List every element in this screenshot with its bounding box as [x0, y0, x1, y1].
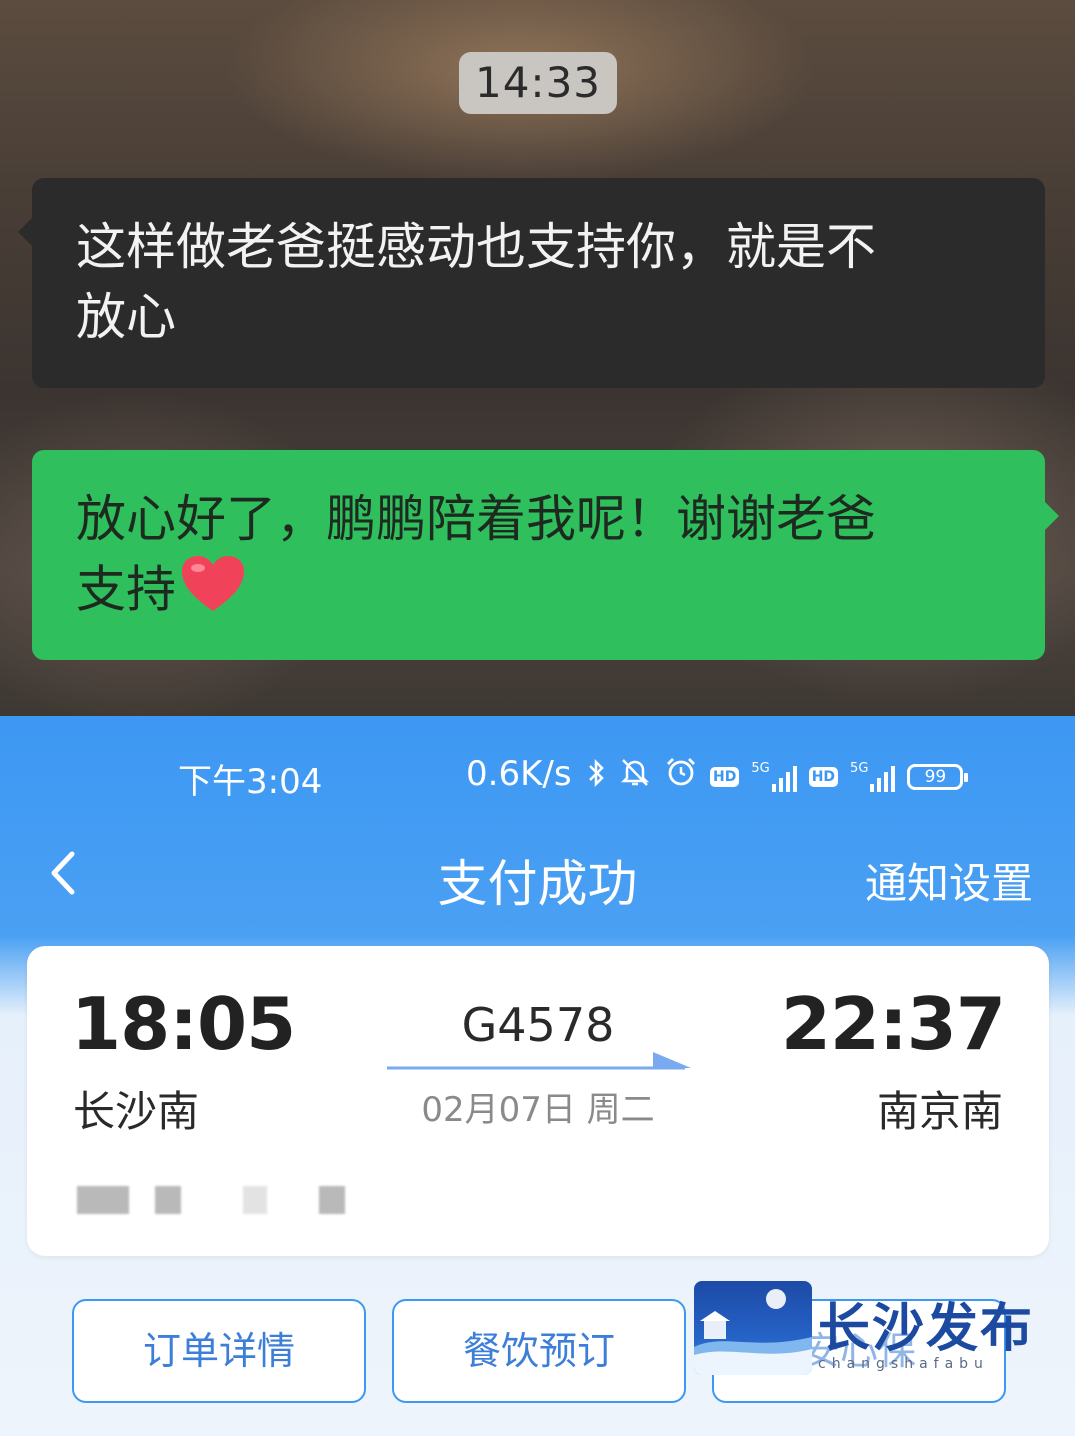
- signal-bars-icon: [771, 762, 797, 792]
- mute-bell-icon: [618, 756, 652, 797]
- received-message-bubble[interactable]: 这样做老爸挺感动也支持你，就是不 放心: [18, 178, 1045, 388]
- watermark-subtitle: changshafabu: [818, 1356, 989, 1372]
- alarm-icon: [664, 756, 698, 797]
- status-icons: HD 5G HD 5G 99: [586, 756, 969, 797]
- message-text-line: 支持: [76, 560, 176, 619]
- arrival-time: 22:37: [780, 982, 1006, 1066]
- status-time: 下午3:04: [178, 762, 323, 802]
- network-speed: 0.6K/s: [466, 754, 572, 794]
- message-text-line: 这样做老爸挺感动也支持你，就是不: [76, 218, 876, 276]
- direction-arrow-icon: [387, 1052, 691, 1070]
- changsha-release-logo-icon: [694, 1281, 812, 1375]
- redacted-passenger-info: [77, 1186, 345, 1214]
- heart-emoji-icon: [180, 554, 246, 632]
- arrival-station: 南京南: [876, 1087, 1003, 1136]
- chat-timestamp: 14:33: [459, 52, 617, 114]
- message-text-line-wrap: 支持: [76, 554, 1001, 632]
- dining-booking-button[interactable]: 餐饮预订: [392, 1299, 686, 1403]
- battery-icon: 99: [907, 763, 969, 790]
- sent-message-bubble[interactable]: 放心好了，鹏鹏陪着我呢！谢谢老爸 支持: [32, 450, 1059, 660]
- bluetooth-icon: [586, 757, 606, 797]
- notification-settings-link[interactable]: 通知设置: [865, 850, 1033, 911]
- signal-group-2: 5G: [850, 760, 896, 792]
- signal-group-1: 5G: [751, 760, 797, 792]
- watermark-title: 长沙发布: [818, 1299, 1035, 1359]
- nav-bar: 支付成功 通知设置: [0, 826, 1075, 916]
- network-type-label: 5G: [850, 760, 869, 776]
- message-text-line: 放心: [76, 288, 176, 346]
- message-text-line: 放心好了，鹏鹏陪着我呢！谢谢老爸: [76, 490, 876, 548]
- ticket-card: 18:05 长沙南 G4578 02月07日 周二 22:37 南京南: [27, 946, 1049, 1256]
- hd-voice-badge: HD: [710, 766, 740, 787]
- status-bar: 下午3:04 0.6K/s HD 5G HD 5G 99: [0, 746, 1075, 806]
- signal-bars-icon: [870, 762, 896, 792]
- hd-voice-badge: HD: [808, 766, 839, 787]
- order-details-button[interactable]: 订单详情: [72, 1299, 366, 1403]
- chat-screenshot: 14:33 这样做老爸挺感动也支持你，就是不 放心 放心好了，鹏鹏陪着我呢！谢谢…: [0, 0, 1075, 716]
- network-type-label: 5G: [751, 760, 770, 776]
